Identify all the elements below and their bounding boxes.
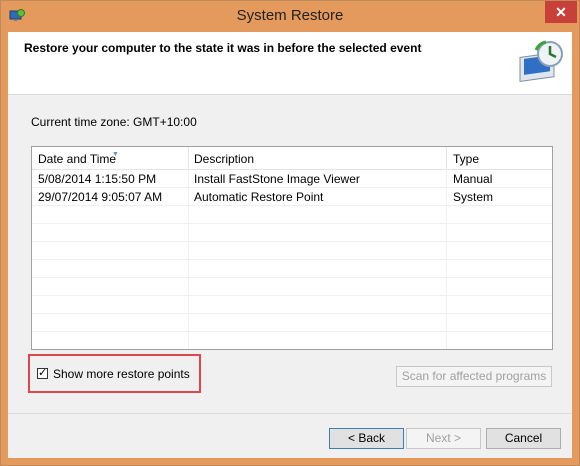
checkmark-icon: ✓ xyxy=(38,367,48,379)
empty-row xyxy=(32,296,552,314)
empty-row xyxy=(32,242,552,260)
column-header-type[interactable]: Type xyxy=(453,152,479,166)
header-panel: Restore your computer to the state it wa… xyxy=(8,32,572,95)
table-row[interactable]: 29/07/2014 9:05:07 AM Automatic Restore … xyxy=(32,188,552,206)
dialog-body: Restore your computer to the state it wa… xyxy=(8,32,572,458)
next-button[interactable]: Next > xyxy=(406,428,481,449)
sort-arrow-icon: ▼ xyxy=(112,151,119,158)
timezone-label: Current time zone: GMT+10:00 xyxy=(31,115,197,129)
cell-description: Automatic Restore Point xyxy=(194,190,324,204)
close-button[interactable]: ✕ xyxy=(545,1,577,23)
show-more-checkbox[interactable]: ✓ xyxy=(37,368,48,379)
table-header: Date and Time ▼ Description Type xyxy=(32,147,552,170)
cell-date: 5/08/2014 1:15:50 PM xyxy=(38,172,157,186)
cell-description: Install FastStone Image Viewer xyxy=(194,172,360,186)
window-title: System Restore xyxy=(236,7,344,24)
empty-row xyxy=(32,314,552,332)
system-restore-window: System Restore ✕ Restore your computer t… xyxy=(0,0,580,466)
table-row[interactable]: 5/08/2014 1:15:50 PM Install FastStone I… xyxy=(32,170,552,188)
empty-row xyxy=(32,206,552,224)
cell-date: 29/07/2014 9:05:07 AM xyxy=(38,190,163,204)
title-bar: System Restore ✕ xyxy=(1,1,579,32)
scan-button[interactable]: Scan for affected programs xyxy=(396,366,552,387)
column-divider[interactable] xyxy=(446,147,447,169)
back-button[interactable]: < Back xyxy=(329,428,404,449)
cancel-button[interactable]: Cancel xyxy=(486,428,561,449)
column-header-date[interactable]: Date and Time ▼ xyxy=(38,151,119,166)
column-header-date-label: Date and Time xyxy=(38,152,117,166)
empty-row xyxy=(32,260,552,278)
column-header-description[interactable]: Description xyxy=(194,152,254,166)
column-divider[interactable] xyxy=(188,147,189,169)
empty-row xyxy=(32,224,552,242)
restore-points-table: Date and Time ▼ Description Type 5/08/20… xyxy=(31,146,553,350)
cell-type: Manual xyxy=(453,172,493,186)
system-restore-header-icon xyxy=(519,40,563,83)
cell-type: System xyxy=(453,190,494,204)
close-icon: ✕ xyxy=(555,4,567,20)
show-more-label[interactable]: Show more restore points xyxy=(53,367,190,381)
header-title: Restore your computer to the state it wa… xyxy=(24,41,422,55)
footer-divider xyxy=(8,413,572,414)
empty-row xyxy=(32,278,552,296)
